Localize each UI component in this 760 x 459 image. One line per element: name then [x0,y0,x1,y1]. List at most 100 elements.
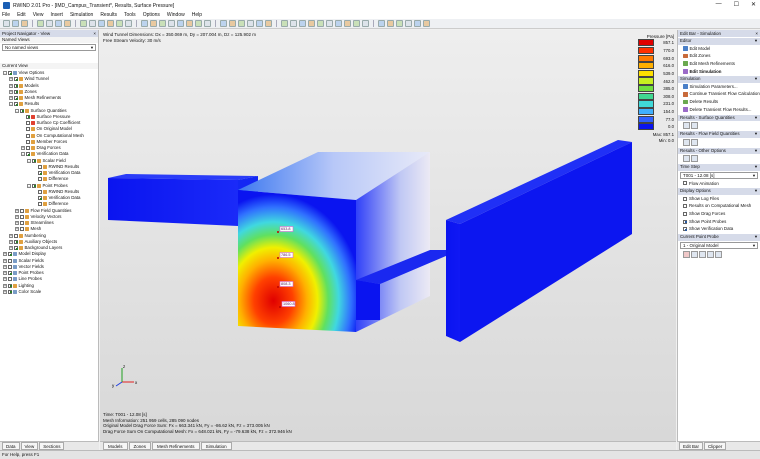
edit-bar-item[interactable]: Continue Transient Flow Calculation [678,90,760,98]
menu-results[interactable]: Results [100,12,117,18]
display-option-checkbox[interactable] [683,196,687,201]
edit-bar-item[interactable]: Edit Zones [678,52,760,60]
toolbar-button-icon[interactable] [46,20,53,27]
menu-edit[interactable]: Edit [17,12,26,18]
tree-checkbox[interactable] [14,239,18,244]
expand-toggle-icon[interactable]: + [9,77,13,82]
expand-toggle-icon[interactable]: + [3,289,7,294]
tree-item[interactable]: + Color Scale [0,289,98,295]
toolbar-button-icon[interactable] [3,20,10,27]
tree-checkbox[interactable] [8,71,12,76]
tree-checkbox[interactable] [8,258,12,263]
chart-probe-icon[interactable] [715,250,722,258]
toolbar-button-icon[interactable] [125,20,132,27]
display-option[interactable]: Show Drag Forces [678,210,760,218]
expand-toggle-icon[interactable]: + [3,277,7,282]
tree-checkbox[interactable] [38,164,42,169]
tree-checkbox[interactable] [14,83,18,88]
tree-checkbox[interactable] [20,214,24,219]
edit-bar-item[interactable]: Simulation Parameters... [678,83,760,91]
tab-clipper[interactable]: Clipper [704,442,727,450]
menu-view[interactable]: View [33,12,44,18]
tab-simulation[interactable]: Simulation [200,442,232,450]
menu-window[interactable]: Window [167,12,185,18]
surface-cp-icon[interactable] [691,122,698,129]
expand-toggle-icon[interactable]: - [9,102,13,107]
display-option[interactable]: Results on Computational Mesh [678,202,760,210]
tree-checkbox[interactable] [20,227,24,232]
time-step-select[interactable]: T001 - 12.08 [s] ▼ [680,171,758,179]
delete-probe-icon[interactable] [683,250,690,258]
expand-toggle-icon[interactable]: + [9,83,13,88]
tree-checkbox[interactable] [14,77,18,82]
add-probe-icon[interactable] [691,250,698,258]
tree-checkbox[interactable] [38,171,42,176]
tree-checkbox[interactable] [14,246,18,251]
flow-animation-checkbox[interactable] [683,181,687,186]
tree-checkbox[interactable] [26,139,30,144]
toolbar-button-icon[interactable] [378,20,385,27]
section-simulation[interactable]: Simulation ▼ [678,76,760,83]
expand-toggle-icon[interactable]: + [21,146,25,151]
tab-models[interactable]: Models [103,442,128,450]
tab-zones[interactable]: Zones [128,442,152,450]
toolbar-button-icon[interactable] [335,20,342,27]
streamline-icon[interactable] [691,138,698,146]
minimize-button[interactable]: — [716,1,722,8]
surface-pressure-icon[interactable] [683,122,690,129]
tree-checkbox[interactable] [26,114,30,119]
tab-mesh-refinements[interactable]: Mesh Refinements [152,442,200,450]
toolbar-button-icon[interactable] [396,20,403,27]
toolbar-button-icon[interactable] [89,20,96,27]
toolbar-button-icon[interactable] [265,20,272,27]
expand-toggle-icon[interactable]: - [3,71,7,76]
flow-animation-toggle[interactable]: Flow Animation [678,180,760,188]
tree-checkbox[interactable] [8,277,12,282]
tree-checkbox[interactable] [32,158,36,163]
toolbar-button-icon[interactable] [290,20,297,27]
edit-bar-item[interactable]: Edit Mesh Refinements [678,60,760,68]
tree-checkbox[interactable] [32,183,36,188]
tree-checkbox[interactable] [8,264,12,269]
toolbar-button-icon[interactable] [55,20,62,27]
expand-toggle-icon[interactable]: + [9,233,13,238]
toolbar-button-icon[interactable] [195,20,202,27]
expand-toggle-icon[interactable]: + [15,208,19,213]
toolbar-button-icon[interactable] [80,20,87,27]
tree-checkbox[interactable] [20,221,24,226]
tree-checkbox[interactable] [14,102,18,107]
expand-toggle-icon[interactable]: + [3,264,7,269]
edit-bar-item[interactable]: Edit Simulation [678,68,760,76]
display-option-checkbox[interactable] [683,211,687,216]
tab-data[interactable]: Data [2,442,20,450]
tree-checkbox[interactable] [38,202,42,207]
results-flow-section[interactable]: Results - Flow Field Quantities ▼ [678,131,760,138]
expand-toggle-icon[interactable]: + [3,283,7,288]
toolbar-button-icon[interactable] [220,20,227,27]
edit-bar-item[interactable]: Delete Transient Flow Results... [678,106,760,114]
tree-checkbox[interactable] [26,127,30,132]
toolbar-button-icon[interactable] [423,20,430,27]
display-option[interactable]: Show Point Probes [678,218,760,226]
tree-checkbox[interactable] [26,133,30,138]
log-icon[interactable] [683,155,690,162]
tree-checkbox[interactable] [8,289,12,294]
velocity-icon[interactable] [683,138,690,146]
tree-checkbox[interactable] [26,146,30,151]
toolbar-button-icon[interactable] [12,20,19,27]
toolbar-button-icon[interactable] [177,20,184,27]
tree-checkbox[interactable] [8,283,12,288]
toolbar-button-icon[interactable] [308,20,315,27]
tree-checkbox[interactable] [38,189,42,194]
tree-checkbox[interactable] [38,177,42,182]
expand-toggle-icon[interactable]: - [27,183,31,188]
3d-viewport[interactable]: 653.8 786.5 808.3 1060.8 x z y Wind Tunnel … [100,30,676,441]
menu-simulation[interactable]: Simulation [70,12,93,18]
expand-toggle-icon[interactable]: - [21,152,25,157]
edit-probe-icon[interactable] [699,250,706,258]
tree-checkbox[interactable] [26,121,30,126]
expand-toggle-icon[interactable]: + [9,96,13,101]
maximize-button[interactable]: ☐ [734,1,739,8]
close-icon[interactable]: × [755,30,758,37]
current-probe-select[interactable]: 1 - Original Model ▼ [680,241,758,249]
